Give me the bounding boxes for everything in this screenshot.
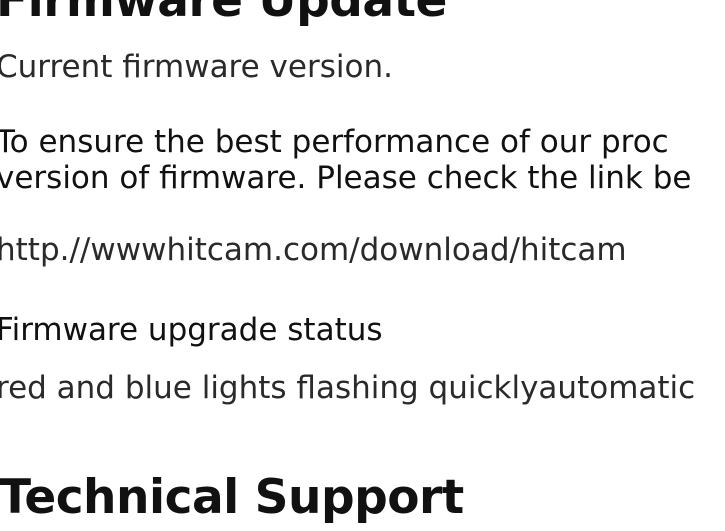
- technical-support-heading: Technical Support: [0, 470, 464, 525]
- firmware-download-link: http.//wwwhitcam.com/download/hitcam: [0, 232, 627, 268]
- firmware-upgrade-status-description: red and blue lights flashing quicklyauto…: [0, 370, 696, 406]
- firmware-upgrade-status-label: Firmware upgrade status: [0, 312, 383, 348]
- firmware-update-heading: Firmware Update: [0, 0, 447, 28]
- firmware-intro-line-2: version of firmware. Please check the li…: [0, 160, 692, 196]
- current-firmware-version-label: Current firmware version.: [0, 49, 393, 85]
- firmware-intro-line-1: To ensure the best performance of our pr…: [0, 124, 669, 160]
